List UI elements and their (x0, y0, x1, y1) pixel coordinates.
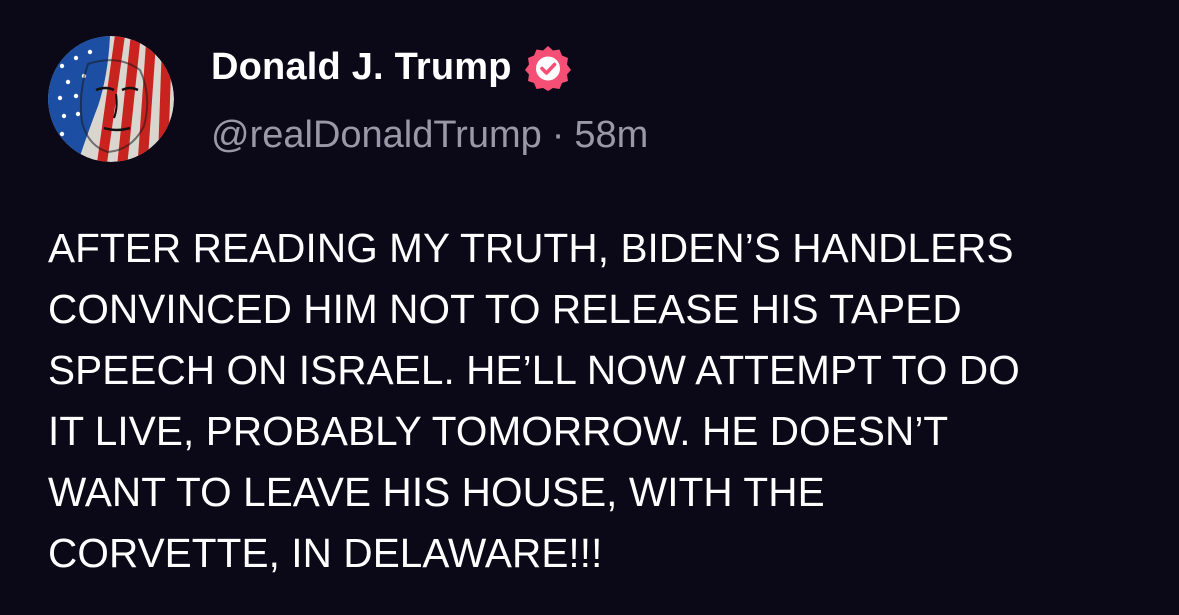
author-handle[interactable]: @realDonaldTrump (211, 114, 542, 157)
meta-separator: · (551, 113, 565, 156)
avatar[interactable] (48, 36, 174, 162)
author-display-name[interactable]: Donald J. Trump (211, 46, 512, 89)
post-timestamp[interactable]: 58m (574, 114, 648, 157)
verified-badge-icon (524, 43, 572, 91)
truth-post: Donald J. Trump @realDonaldTrump · 58m A… (0, 0, 1179, 615)
author-name-row: Donald J. Trump (211, 40, 572, 94)
avatar-image (48, 36, 174, 162)
post-body-text: AFTER READING MY TRUTH, BIDEN’S HANDLERS… (48, 225, 1020, 576)
author-meta-row: @realDonaldTrump · 58m (211, 110, 648, 160)
